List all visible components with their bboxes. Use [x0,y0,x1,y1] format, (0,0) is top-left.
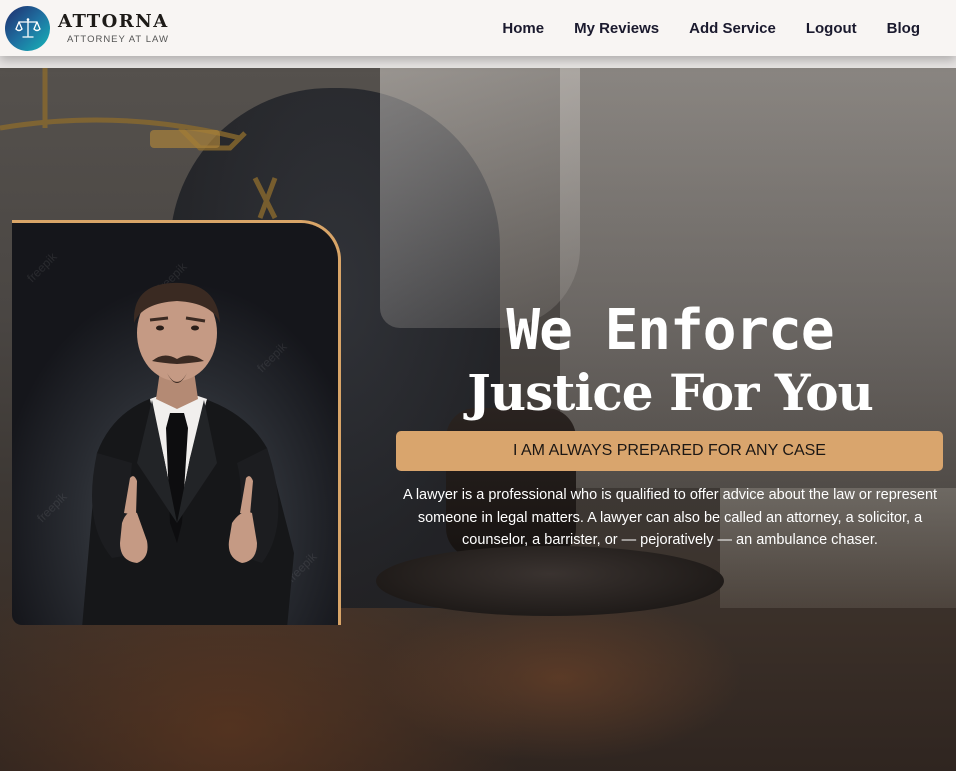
brand-tagline: ATTORNEY AT LAW [67,33,169,45]
scales-of-justice-icon [5,5,50,51]
main-nav: Home My Reviews Add Service Logout Blog [502,0,920,56]
brand-name: ATTORNA [58,10,169,32]
hero-title-line2: Justice For You [467,363,874,422]
watermark-text: freepik [254,339,290,375]
watermark-text: freepik [34,489,70,525]
nav-logout[interactable]: Logout [806,20,857,37]
hero-bg-window [560,68,956,488]
hero-bg-shirt [380,68,580,328]
hero-title-line1: We Enforce [506,298,834,363]
hero-description: A lawyer is a professional who is qualif… [402,487,938,548]
nav-add-service[interactable]: Add Service [689,20,776,37]
hero-bg-gavel-block [376,546,724,616]
hero-bg-scales-image [0,68,278,220]
lawyer-photo-image: freepik freepik freepik freepik freepik [24,249,320,625]
nav-my-reviews[interactable]: My Reviews [574,20,659,37]
header-divider [0,56,956,68]
site-header: ATTORNA ATTORNEY AT LAW Home My Reviews … [0,0,956,56]
watermark-text: freepik [24,249,60,285]
lawyer-portrait: freepik freepik freepik freepik freepik [12,220,341,625]
brand: ATTORNA ATTORNEY AT LAW [58,10,169,45]
nav-home[interactable]: Home [502,20,544,37]
logo[interactable]: ATTORNA ATTORNEY AT LAW [5,5,169,51]
nav-blog[interactable]: Blog [887,20,920,37]
hero-tagline-banner: I AM ALWAYS PREPARED FOR ANY CASE [396,431,943,471]
